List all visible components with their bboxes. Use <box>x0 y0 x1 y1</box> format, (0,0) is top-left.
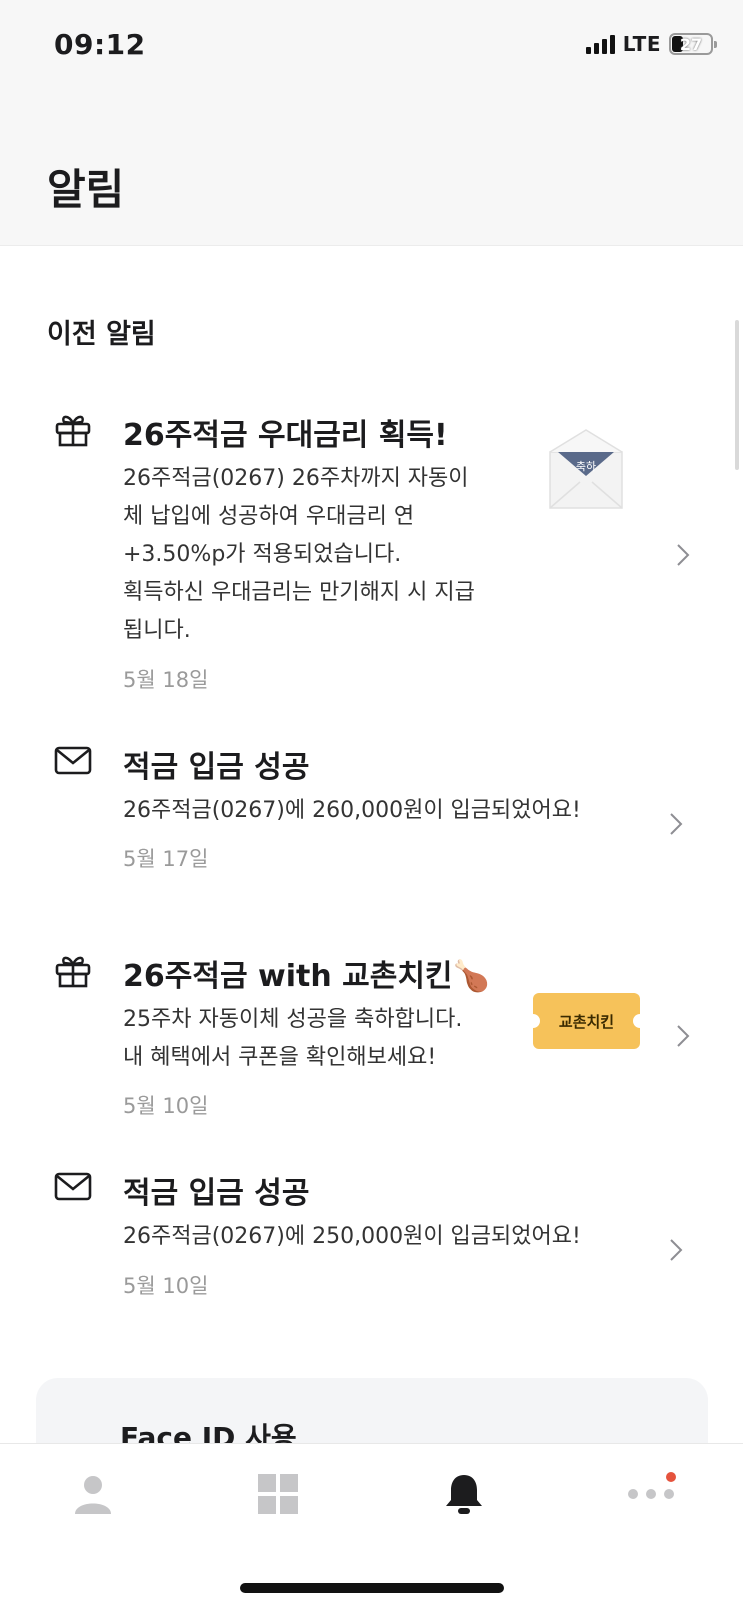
notification-title: 26주적금 우대금리 획득! <box>123 418 448 453</box>
notification-body: 26주적금(0267)에 260,000원이 입금되었어요! <box>123 798 581 823</box>
network-label: LTE <box>622 32 661 56</box>
gift-icon <box>55 415 91 447</box>
signal-icon <box>585 34 615 54</box>
coupon-thumbnail: 교촌치킨 <box>533 993 640 1049</box>
mail-icon <box>54 746 92 775</box>
chevron-right-icon <box>670 813 683 835</box>
notification-date: 5월 18일 <box>123 668 209 692</box>
chevron-right-icon <box>670 1239 683 1261</box>
status-time: 09:12 <box>54 28 146 61</box>
notification-date: 5월 10일 <box>123 1094 209 1118</box>
gift-icon <box>55 956 91 988</box>
notification-title: 26주적금 with 교촌치킨🍗 <box>123 959 490 994</box>
notification-date: 5월 10일 <box>123 1274 209 1298</box>
battery-level: 27 <box>679 34 703 54</box>
header: 09:12 LTE 27 알림 <box>0 0 743 246</box>
more-icon[interactable] <box>626 1472 676 1516</box>
notification-badge <box>666 1472 676 1482</box>
mail-icon <box>54 1172 92 1201</box>
person-icon[interactable] <box>71 1472 115 1516</box>
notification-title: 적금 입금 성공 <box>123 1176 310 1211</box>
notification-date: 5월 17일 <box>123 847 209 871</box>
notifications-screen: 09:12 LTE 27 알림 이전 알림 26주적금 우대금리 획득! 26주 <box>0 0 743 1609</box>
bell-icon[interactable] <box>442 1472 486 1516</box>
chevron-right-icon <box>677 544 690 566</box>
section-title: 이전 알림 <box>47 319 156 350</box>
chevron-right-icon <box>677 1025 690 1047</box>
envelope-label: 축하 <box>576 459 596 473</box>
notification-body: 25주차 자동이체 성공을 축하합니다. 내 혜택에서 쿠폰을 확인해보세요! <box>123 1007 463 1070</box>
notification-title: 적금 입금 성공 <box>123 750 310 785</box>
page-title: 알림 <box>47 165 125 214</box>
notification-body: 26주적금(0267) 26주차까지 자동이 체 납입에 성공하여 우대금리 연… <box>123 466 475 643</box>
scroll-indicator <box>735 320 739 470</box>
home-indicator[interactable] <box>240 1583 504 1593</box>
notification-body: 26주적금(0267)에 250,000원이 입금되었어요! <box>123 1224 581 1249</box>
grid-icon[interactable] <box>256 1472 300 1516</box>
status-indicators: LTE 27 <box>585 32 717 56</box>
battery-icon: 27 <box>669 33 717 55</box>
envelope-thumbnail: 축하 <box>549 429 623 509</box>
